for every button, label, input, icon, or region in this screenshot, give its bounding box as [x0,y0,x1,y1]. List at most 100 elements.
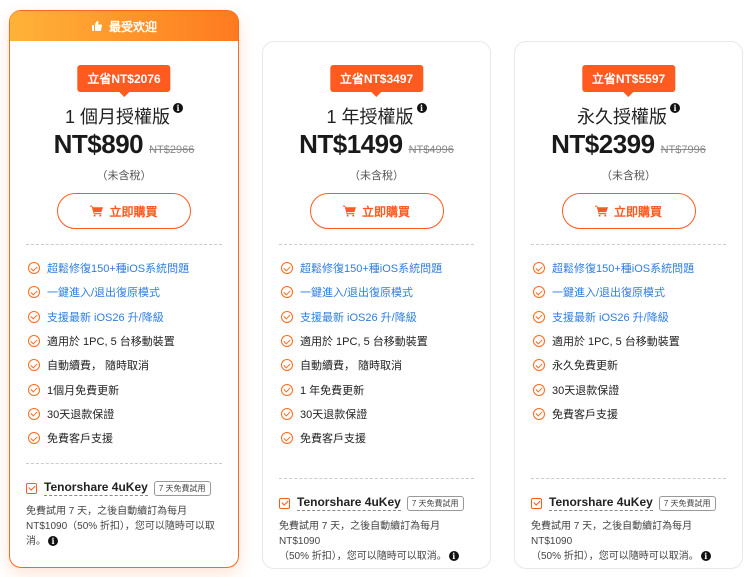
plan-name: 1 個月授權版 i [10,103,238,129]
feature-item: 1 年免費更新 [281,377,482,401]
most-popular-ribbon: 最受欢迎 [10,11,238,41]
original-price: NT$2966 [149,144,195,156]
savings-badge: 立省NT$2076 [77,65,171,92]
feature-list: 超鬆修復150+種iOS系統問題 一鍵進入/退出復原模式 支援最新 iOS26 … [281,256,482,450]
divider [26,244,222,245]
addon-description: 免費試用 7 天，之後自動續訂為每月 NT$1090 （50% 折扣），您可以隨… [279,519,480,564]
addon-row: Tenorshare 4uKey 7 天免費試用 [26,478,228,498]
addon-row: Tenorshare 4uKey 7 天免費試用 [531,493,732,513]
divider [279,478,474,479]
addon-checkbox[interactable] [531,497,542,509]
feature-item[interactable]: 超鬆修復150+種iOS系統問題 [533,256,734,280]
thumbs-up-icon [91,20,103,32]
savings-badge: 立省NT$3497 [329,65,424,92]
divider [531,244,726,245]
check-circle-icon [533,262,545,275]
feature-item: 永久免費更新 [533,353,734,377]
divider [531,478,726,479]
check-circle-icon [28,262,40,275]
cart-icon [342,205,356,217]
addon-name[interactable]: Tenorshare 4uKey [297,495,401,511]
buy-now-button[interactable]: 立即購買 [57,193,191,229]
feature-item[interactable]: 支援最新 iOS26 升/降級 [533,305,734,329]
info-icon[interactable]: i [48,536,58,547]
check-circle-icon [28,383,40,396]
addon-description: 免費試用 7 天，之後自動續訂為每月 NT$1090（50% 折扣），您可以隨時… [26,506,215,547]
plan-card-lifetime: 立省NT$5597 永久授權版 i NT$2399 NT$7996 （未含稅） 立即… [514,41,743,569]
plan-card-monthly: 最受欢迎 立省NT$2076 1 個月授權版 i NT$890 NT$2966 （未… [9,10,239,568]
ribbon-label: 最受欢迎 [108,19,157,34]
addon-checkbox[interactable] [279,497,290,509]
info-icon[interactable]: i [670,103,680,113]
plan-name: 永久授權版 i [515,103,742,129]
tax-note: （未含稅） [96,170,152,182]
addon-checkbox[interactable] [26,482,37,494]
divider [279,244,474,245]
plan-name-text: 1 個月授權版 [64,107,170,127]
check-circle-icon [281,262,293,275]
feature-item[interactable]: 超鬆修復150+種iOS系統問題 [28,256,230,280]
price-row: NT$1499 NT$4996 [263,129,490,160]
check-circle-icon [281,383,293,396]
check-circle-icon [533,310,545,323]
info-icon[interactable]: i [700,551,711,562]
check-circle-icon [28,310,40,323]
buy-now-label: 立即購買 [361,204,410,219]
feature-item[interactable]: 支援最新 iOS26 升/降級 [28,305,230,329]
check-circle-icon [533,407,545,420]
info-icon[interactable]: i [173,103,183,113]
addon-section: Tenorshare 4uKey 7 天免費試用 免費試用 7 天，之後自動續訂… [279,493,480,564]
feature-item: 免費客戶支援 [533,402,734,426]
trial-badge: 7 天免費試用 [658,495,716,511]
addon-name[interactable]: Tenorshare 4uKey [549,495,653,511]
feature-item: 30天退款保證 [28,402,230,426]
info-icon[interactable]: i [448,551,459,562]
trial-badge: 7 天免費試用 [153,480,211,496]
price: NT$890 [53,129,144,159]
feature-item[interactable]: 一鍵進入/退出復原模式 [533,280,734,304]
tax-note: （未含稅） [601,170,656,182]
buy-now-label: 立即購買 [613,204,662,219]
price-row: NT$890 NT$2966 [10,129,238,160]
divider [26,463,222,464]
addon-section: Tenorshare 4uKey 7 天免費試用 免費試用 7 天，之後自動續訂… [531,493,732,564]
info-icon[interactable]: i [416,103,427,113]
check-circle-icon [533,335,545,348]
check-circle-icon [281,286,293,299]
price-row: NT$2399 NT$7996 [515,129,742,160]
check-circle-icon [28,335,40,348]
feature-item[interactable]: 超鬆修復150+種iOS系統問題 [281,256,482,280]
check-circle-icon [533,286,545,299]
feature-item: 自動續費， 隨時取消 [281,353,482,377]
check-circle-icon [281,407,293,420]
feature-item: 免費客戶支援 [28,426,230,450]
buy-now-label: 立即購買 [109,204,158,219]
feature-item: 適用於 1PC, 5 台移動裝置 [533,329,734,353]
plan-name-text: 永久授權版 [577,107,667,127]
feature-item: 30天退款保證 [533,377,734,401]
original-price: NT$7996 [660,144,706,156]
check-circle-icon [533,359,545,372]
feature-item: 1個月免費更新 [28,377,230,401]
feature-list: 超鬆修復150+種iOS系統問題 一鍵進入/退出復原模式 支援最新 iOS26 … [28,256,230,450]
trial-badge: 7 天免費試用 [406,495,464,511]
price: NT$1499 [299,129,403,159]
feature-item[interactable]: 一鍵進入/退出復原模式 [28,280,230,304]
savings-badge: 立省NT$5597 [581,65,676,92]
feature-item: 適用於 1PC, 5 台移動裝置 [28,329,230,353]
check-circle-icon [281,335,293,348]
check-circle-icon [28,359,40,372]
feature-item: 自動續費， 隨時取消 [28,353,230,377]
addon-name[interactable]: Tenorshare 4uKey [44,480,148,496]
addon-row: Tenorshare 4uKey 7 天免費試用 [279,493,480,513]
plan-card-yearly: 立省NT$3497 1 年授權版 i NT$1499 NT$4996 （未含稅） 立… [262,41,491,569]
buy-now-button[interactable]: 立即購買 [309,193,444,229]
cart-icon [90,205,104,217]
plan-name-text: 1 年授權版 [326,107,414,127]
feature-item[interactable]: 支援最新 iOS26 升/降級 [281,305,482,329]
addon-section: Tenorshare 4uKey 7 天免費試用 免費試用 7 天，之後自動續訂… [26,478,228,549]
feature-item[interactable]: 一鍵進入/退出復原模式 [281,280,482,304]
check-circle-icon [281,432,293,445]
feature-item: 適用於 1PC, 5 台移動裝置 [281,329,482,353]
buy-now-button[interactable]: 立即購買 [561,193,696,229]
